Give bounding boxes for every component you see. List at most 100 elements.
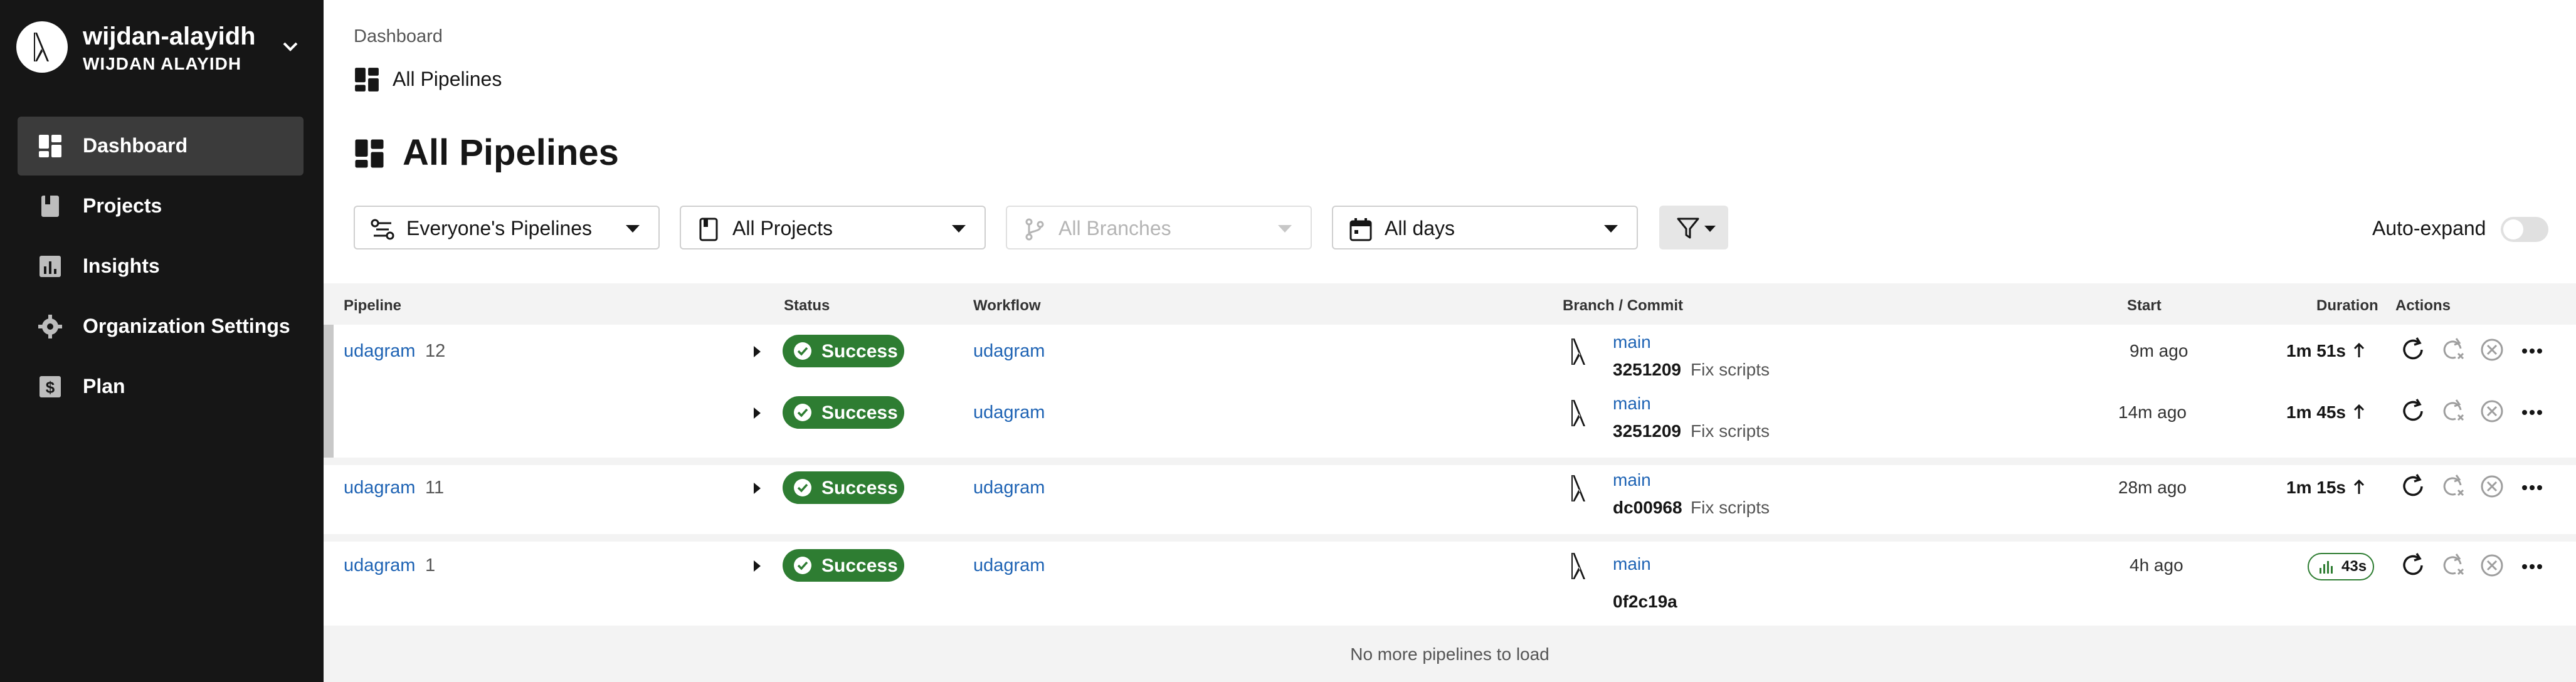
- pipeline-number: 1: [425, 555, 436, 575]
- status-label: Success: [821, 341, 898, 362]
- more-filters-button[interactable]: [1659, 206, 1728, 249]
- pipeline-group: udagram 11 Success udagram main dc00968 …: [324, 465, 2576, 534]
- caret-down-icon: [1604, 225, 1618, 233]
- commit-sha-link[interactable]: 3251209: [1613, 421, 1681, 441]
- more-options-icon[interactable]: [2518, 552, 2546, 579]
- expand-caret-icon[interactable]: [754, 483, 761, 494]
- projects-filter-value: All Projects: [732, 217, 833, 239]
- pipelines-filter-value: Everyone's Pipelines: [406, 217, 593, 239]
- expand-caret-icon[interactable]: [754, 346, 761, 357]
- book-icon: [38, 194, 63, 219]
- row-separator: [324, 458, 2576, 465]
- column-header-status: Status: [784, 297, 830, 314]
- nav-item-organization-settings[interactable]: Organization Settings: [18, 297, 304, 356]
- cancel-icon[interactable]: [2478, 397, 2506, 425]
- check-icon: [794, 342, 811, 360]
- column-header-pipeline: Pipeline: [344, 297, 402, 314]
- nav-label: Organization Settings: [83, 315, 290, 337]
- org-logo: [16, 21, 68, 73]
- branch-link[interactable]: main: [1613, 394, 1651, 414]
- duration: 1m 15s: [2286, 478, 2346, 497]
- book-icon: [699, 218, 718, 241]
- workflow-link[interactable]: udagram: [973, 341, 1045, 362]
- branch-link[interactable]: main: [1613, 554, 1651, 574]
- org-subtitle: WIJDAN ALAYIDH: [83, 54, 242, 73]
- org-name: wijdan-alayidh: [83, 23, 256, 50]
- calendar-icon: [1349, 218, 1372, 241]
- rerun-failed-icon[interactable]: [2439, 473, 2467, 500]
- caret-down-icon: [1704, 226, 1716, 232]
- row-separator: [324, 534, 2576, 542]
- arrow-up-icon: [2353, 404, 2365, 419]
- bar-chart-icon: [2320, 561, 2333, 574]
- status-label: Success: [821, 478, 898, 498]
- rerun-failed-icon[interactable]: [2439, 397, 2467, 425]
- avatar[interactable]: [1566, 336, 1592, 367]
- pipeline-project-link[interactable]: udagram: [344, 555, 415, 576]
- status-label: Success: [821, 402, 898, 423]
- expand-caret-icon[interactable]: [754, 560, 761, 572]
- nav-label: Dashboard: [83, 134, 188, 157]
- pipeline-group: udagram 12 Success udagram main 3251209 …: [324, 325, 2576, 458]
- pipeline-group: udagram 1 Success udagram main 0f2c19a 4…: [324, 542, 2576, 626]
- workflow-link[interactable]: udagram: [973, 402, 1045, 423]
- cancel-icon[interactable]: [2478, 552, 2506, 579]
- rerun-icon[interactable]: [2399, 397, 2427, 425]
- rerun-failed-icon[interactable]: [2439, 336, 2467, 364]
- duration: 43s: [2341, 558, 2367, 575]
- start-time: 4h ago: [2130, 555, 2183, 575]
- pipeline-project-link[interactable]: udagram: [344, 478, 415, 498]
- table-header: Pipeline Status Workflow Branch / Commit…: [324, 283, 2576, 325]
- duration: 1m 45s: [2286, 402, 2346, 422]
- more-options-icon[interactable]: [2518, 397, 2546, 425]
- pipeline-project-link[interactable]: udagram: [344, 341, 415, 362]
- breadcrumb[interactable]: Dashboard: [354, 26, 443, 47]
- check-icon: [794, 479, 811, 496]
- avatar[interactable]: [1566, 473, 1592, 504]
- more-options-icon[interactable]: [2518, 336, 2546, 364]
- rerun-icon[interactable]: [2399, 473, 2427, 500]
- rerun-icon[interactable]: [2399, 552, 2427, 579]
- pipelines-filter[interactable]: Everyone's Pipelines: [354, 206, 660, 249]
- branches-filter-value: All Branches: [1058, 217, 1171, 239]
- nav-item-insights[interactable]: Insights: [18, 237, 304, 296]
- branches-filter[interactable]: All Branches: [1006, 206, 1312, 249]
- pipelines-icon: [371, 219, 394, 240]
- arrow-up-icon: [2353, 479, 2365, 494]
- workflow-link[interactable]: udagram: [973, 555, 1045, 576]
- branch-link[interactable]: main: [1613, 470, 1651, 490]
- caret-down-icon: [626, 225, 640, 233]
- commit-sha-link[interactable]: 3251209: [1613, 360, 1681, 380]
- column-header-branch-commit: Branch / Commit: [1563, 297, 1684, 314]
- workflow-link[interactable]: udagram: [973, 478, 1045, 498]
- branch-icon: [1025, 218, 1044, 241]
- pipeline-number: 12: [425, 341, 446, 361]
- nav-item-plan[interactable]: $ Plan: [18, 357, 304, 416]
- branch-link[interactable]: main: [1613, 332, 1651, 352]
- cancel-icon[interactable]: [2478, 336, 2506, 364]
- dashboard-icon: [38, 134, 63, 159]
- commit-sha-link[interactable]: dc00968: [1613, 498, 1682, 518]
- auto-expand-toggle[interactable]: [2501, 217, 2548, 242]
- nav-item-dashboard[interactable]: Dashboard: [18, 117, 304, 176]
- status-badge: Success: [783, 471, 904, 504]
- avatar[interactable]: [1566, 550, 1592, 582]
- main-content: Dashboard All Pipelines All Pipelines Ev…: [324, 0, 2576, 682]
- rerun-failed-icon[interactable]: [2439, 552, 2467, 579]
- org-switcher[interactable]: wijdan-alayidh WIJDAN ALAYIDH: [16, 21, 305, 74]
- avatar[interactable]: [1566, 397, 1592, 429]
- nav-label: Insights: [83, 254, 160, 277]
- caret-down-icon: [1278, 225, 1292, 233]
- toggle-knob: [2503, 219, 2523, 239]
- commit-sha-link[interactable]: 0f2c19a: [1613, 592, 1677, 612]
- chevron-down-icon[interactable]: [280, 36, 301, 61]
- nav-item-projects[interactable]: Projects: [18, 177, 304, 236]
- projects-filter[interactable]: All Projects: [680, 206, 986, 249]
- days-filter[interactable]: All days: [1332, 206, 1638, 249]
- duration-running-badge: 43s: [2308, 553, 2374, 580]
- rerun-icon[interactable]: [2399, 336, 2427, 364]
- pipeline-number: 11: [425, 478, 445, 498]
- expand-caret-icon[interactable]: [754, 407, 761, 419]
- more-options-icon[interactable]: [2518, 473, 2546, 500]
- cancel-icon[interactable]: [2478, 473, 2506, 500]
